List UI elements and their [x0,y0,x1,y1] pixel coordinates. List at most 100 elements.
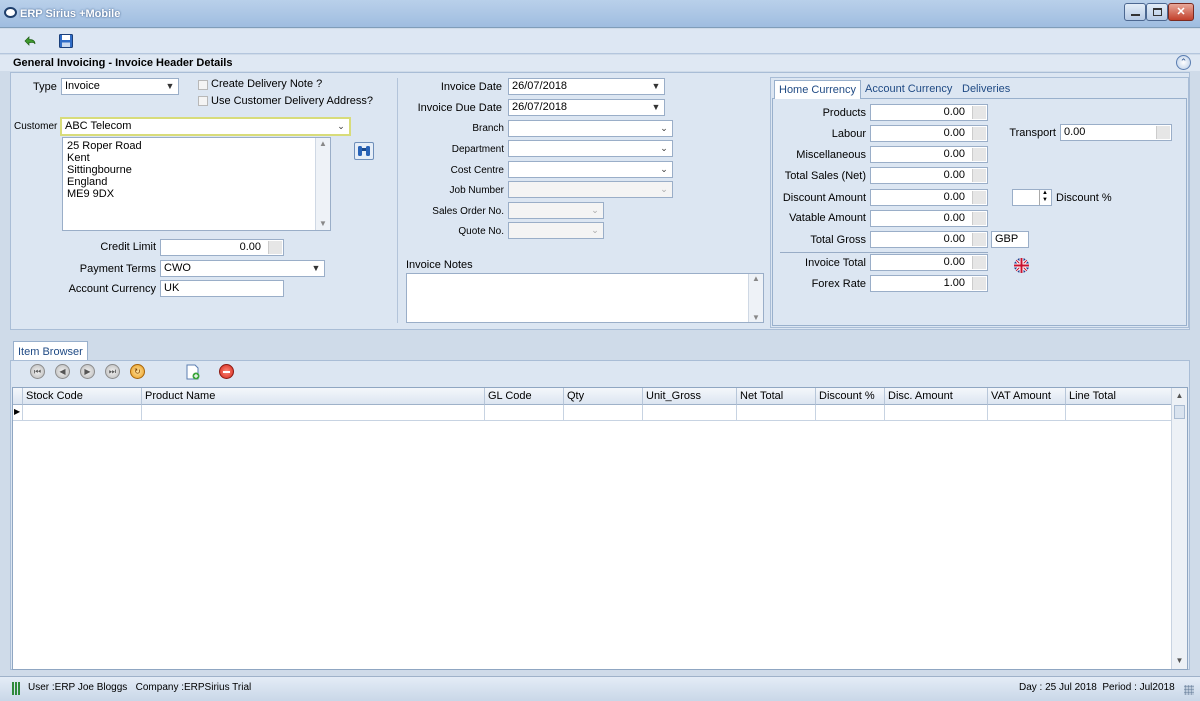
resize-grip-icon[interactable] [1184,685,1194,695]
calculator-icon[interactable] [268,241,282,254]
add-line-button[interactable] [186,364,200,380]
invoice-due-date-picker[interactable]: 26/07/2018 ▼ [508,99,665,116]
table-cell[interactable] [988,405,1066,421]
minimize-button[interactable] [1124,3,1146,21]
table-cell[interactable] [885,405,988,421]
tab-deliveries[interactable]: Deliveries [958,80,1014,98]
calculator-icon[interactable] [972,233,986,246]
spinner-arrows-icon[interactable]: ▲ ▼ [1039,190,1050,205]
scroll-down-icon[interactable]: ▼ [316,218,330,230]
forex-rate-input[interactable]: 1.00 [870,275,988,292]
misc-input[interactable]: 0.00 [870,146,988,163]
products-input[interactable]: 0.00 [870,104,988,121]
refresh-button[interactable]: ↻ [130,364,145,379]
tab-account-currency[interactable]: Account Currency [861,80,956,98]
calculator-icon[interactable] [972,127,986,140]
uk-flag-icon[interactable] [1014,258,1029,273]
scroll-thumb[interactable] [1174,405,1185,419]
job-number-select[interactable]: ⌄ [508,181,673,198]
column-header[interactable]: Line Total [1066,388,1172,405]
calculator-icon[interactable] [972,169,986,182]
table-cell[interactable] [1066,405,1172,421]
calculator-icon[interactable] [972,106,986,119]
column-header[interactable]: Net Total [737,388,816,405]
close-icon: ✕ [1176,6,1186,18]
item-grid[interactable]: Stock Code Product Name GL Code Qty Unit… [12,387,1188,670]
total-sales-input[interactable]: 0.00 [870,167,988,184]
chevron-down-icon: ⌄ [660,143,668,153]
credit-limit-input[interactable]: 0.00 [160,239,284,256]
table-cell[interactable] [142,405,485,421]
address-scrollbar[interactable]: ▲ ▼ [315,138,330,230]
table-cell[interactable] [643,405,737,421]
maximize-button[interactable] [1146,3,1168,21]
discount-percent-spinner[interactable]: ▲ ▼ [1012,189,1052,206]
customer-address-box[interactable]: 25 Roper Road Kent Sittingbourne England… [62,137,331,231]
column-header[interactable]: Product Name [142,388,485,405]
chevron-down-icon: ⌄ [660,164,668,174]
calculator-icon[interactable] [972,191,986,204]
calculator-icon[interactable] [972,277,986,290]
create-delivery-checkbox[interactable] [198,80,208,90]
scroll-up-icon[interactable]: ▲ [1172,388,1187,404]
customer-lookup-button[interactable] [354,142,374,160]
scroll-up-icon[interactable]: ▲ [316,138,330,150]
table-cell[interactable] [816,405,885,421]
calculator-icon[interactable] [972,212,986,225]
table-cell[interactable] [737,405,816,421]
calculator-icon[interactable] [972,148,986,161]
labour-input[interactable]: 0.00 [870,125,988,142]
notes-scrollbar[interactable]: ▲ ▼ [748,274,763,322]
table-cell[interactable] [485,405,564,421]
sales-order-select[interactable]: ⌄ [508,202,604,219]
tab-item-browser[interactable]: Item Browser [13,341,88,361]
table-cell[interactable] [23,405,142,421]
save-button[interactable] [58,33,74,49]
customer-select[interactable]: ABC Telecom ⌄ [60,117,351,136]
column-header[interactable]: Unit_Gross [643,388,737,405]
invoice-total-input[interactable]: 0.00 [870,254,988,271]
tab-home-currency[interactable]: Home Currency [774,80,862,99]
previous-record-button[interactable]: ◀ [55,364,70,379]
account-currency-input[interactable]: UK [160,280,284,297]
scroll-down-icon[interactable]: ▼ [749,313,763,322]
quote-select[interactable]: ⌄ [508,222,604,239]
department-select[interactable]: ⌄ [508,140,673,157]
invoice-date-picker[interactable]: 26/07/2018 ▼ [508,78,665,95]
delete-line-button[interactable] [219,364,234,379]
column-header[interactable]: Qty [564,388,643,405]
transport-input[interactable]: 0.00 [1060,124,1172,141]
grid-vertical-scrollbar[interactable]: ▲ ▼ [1171,388,1187,669]
vatable-amount-input[interactable]: 0.00 [870,210,988,227]
discount-amount-input[interactable]: 0.00 [870,189,988,206]
close-button[interactable]: ✕ [1168,3,1194,21]
column-header[interactable]: GL Code [485,388,564,405]
collapse-button[interactable]: ⌃ [1176,55,1191,70]
use-customer-delivery-checkbox[interactable] [198,96,208,106]
payment-terms-label: Payment Terms [79,263,156,275]
total-gross-input[interactable]: 0.00 [870,231,988,248]
branch-select[interactable]: ⌄ [508,120,673,137]
column-header[interactable]: VAT Amount [988,388,1066,405]
next-record-button[interactable]: ▶ [80,364,95,379]
back-button[interactable] [22,33,38,49]
column-header[interactable]: Stock Code [23,388,142,405]
first-record-button[interactable]: ⏮ [30,364,45,379]
calculator-icon[interactable] [972,256,986,269]
undo-icon [24,36,36,46]
address-line: Sittingbourne [67,164,132,176]
credit-limit-value: 0.00 [239,241,261,253]
table-cell[interactable] [564,405,643,421]
scroll-down-icon[interactable]: ▼ [1172,653,1187,669]
column-header[interactable]: Discount % [816,388,885,405]
calculator-icon[interactable] [1156,126,1170,139]
misc-label: Miscellaneous [796,149,866,161]
section-header: General Invoicing - Invoice Header Detai… [0,55,1200,71]
invoice-notes-textarea[interactable]: ▲ ▼ [406,273,764,323]
column-header[interactable]: Disc. Amount [885,388,988,405]
type-select[interactable]: Invoice ▼ [61,78,179,95]
last-record-button[interactable]: ⏭ [105,364,120,379]
scroll-up-icon[interactable]: ▲ [749,274,763,283]
payment-terms-select[interactable]: CWO ▼ [160,260,325,277]
cost-centre-select[interactable]: ⌄ [508,161,673,178]
